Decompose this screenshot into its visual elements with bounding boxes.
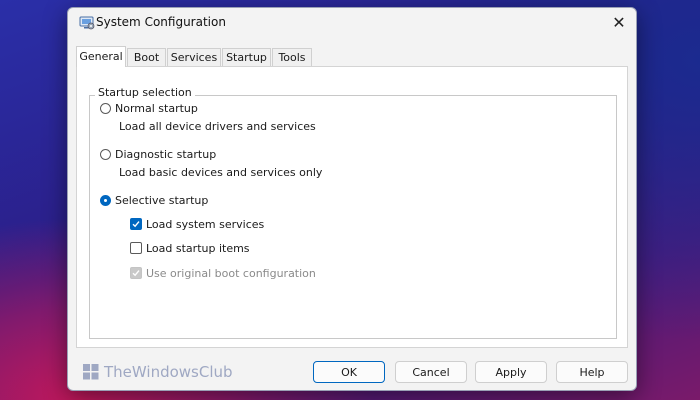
load-system-services-label: Load system services <box>146 217 265 231</box>
general-tab-panel: Startup selection Normal startup Load al… <box>76 66 628 348</box>
checkmark-icon <box>132 270 140 277</box>
diagnostic-startup-radio[interactable] <box>100 148 111 160</box>
ok-button[interactable]: OK <box>313 361 385 383</box>
normal-startup-label: Normal startup <box>115 101 198 115</box>
tab-startup[interactable]: Startup <box>222 48 271 66</box>
system-configuration-window: System Configuration ✕ General Boot Serv… <box>67 7 637 391</box>
title-bar[interactable]: System Configuration ✕ <box>68 8 636 38</box>
window-title: System Configuration <box>96 15 226 29</box>
load-system-services-option[interactable]: Load system services <box>130 216 264 232</box>
use-original-boot-label: Use original boot configuration <box>146 266 316 280</box>
load-startup-items-checkbox[interactable] <box>130 242 142 254</box>
tab-general[interactable]: General <box>76 46 126 67</box>
diagnostic-startup-label: Diagnostic startup <box>115 147 217 161</box>
diagnostic-startup-option[interactable]: Diagnostic startup <box>100 146 216 162</box>
close-icon: ✕ <box>612 13 626 32</box>
startup-selection-label: Startup selection <box>95 86 195 99</box>
help-button[interactable]: Help <box>556 361 628 383</box>
tab-tools[interactable]: Tools <box>272 48 312 66</box>
load-startup-items-label: Load startup items <box>146 241 250 255</box>
load-startup-items-option[interactable]: Load startup items <box>130 240 250 256</box>
selective-startup-label: Selective startup <box>115 193 209 207</box>
use-original-boot-option: Use original boot configuration <box>130 265 316 281</box>
selective-startup-option[interactable]: Selective startup <box>100 192 208 208</box>
msconfig-app-icon <box>79 16 95 30</box>
watermark-text: TheWindowsClub <box>104 363 233 381</box>
normal-startup-option[interactable]: Normal startup <box>100 100 198 116</box>
apply-button[interactable]: Apply <box>475 361 547 383</box>
normal-startup-description: Load all device drivers and services <box>119 120 316 133</box>
tab-services[interactable]: Services <box>167 48 221 66</box>
tab-boot[interactable]: Boot <box>127 48 166 66</box>
watermark: TheWindowsClub <box>82 363 233 381</box>
selective-startup-radio[interactable] <box>100 194 111 206</box>
use-original-boot-checkbox <box>130 267 142 279</box>
checkmark-icon <box>132 221 140 228</box>
diagnostic-startup-description: Load basic devices and services only <box>119 166 323 179</box>
windows-logo-icon <box>83 364 99 380</box>
normal-startup-radio[interactable] <box>100 102 111 114</box>
cancel-button[interactable]: Cancel <box>395 361 467 383</box>
close-button[interactable]: ✕ <box>608 13 630 33</box>
load-system-services-checkbox[interactable] <box>130 218 142 230</box>
